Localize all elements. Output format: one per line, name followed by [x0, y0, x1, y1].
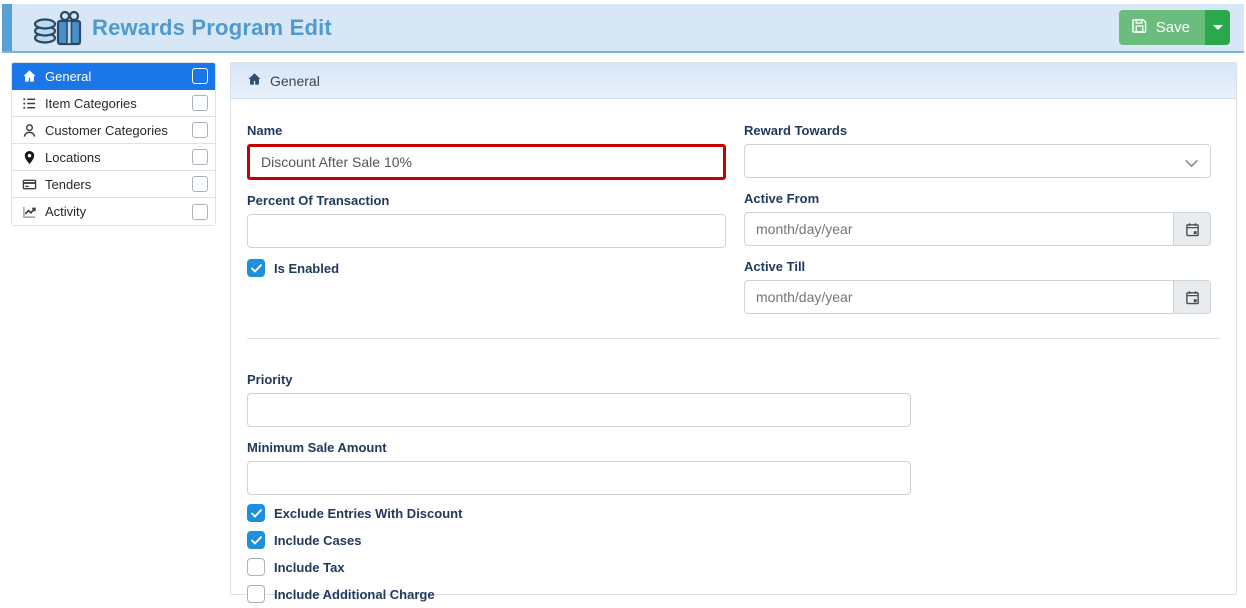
active-till-group — [744, 280, 1211, 314]
accent-bar — [2, 4, 12, 51]
percent-of-transaction-label: Percent Of Transaction — [247, 193, 726, 208]
person-icon — [21, 122, 37, 138]
form-grid: Name Percent Of Transaction Is Enabled R… — [247, 123, 1220, 314]
sidebar-item-customer-categories[interactable]: Customer Categories — [12, 117, 215, 144]
sidebar-item-label: Item Categories — [45, 96, 137, 111]
credit-card-icon — [21, 176, 37, 192]
calendar-icon — [1185, 290, 1200, 305]
page-title: Rewards Program Edit — [92, 15, 332, 41]
option-label: Include Tax — [274, 560, 345, 575]
option-label: Include Additional Charge — [274, 587, 435, 602]
chart-icon — [21, 204, 37, 220]
sidebar-item-checkbox[interactable] — [192, 95, 208, 111]
save-button[interactable]: Save — [1119, 10, 1205, 45]
general-panel: General Name Percent Of Transaction Is E… — [230, 62, 1237, 595]
active-till-input[interactable] — [744, 280, 1174, 314]
sidebar-item-locations[interactable]: Locations — [12, 144, 215, 171]
priority-group: Priority Minimum Sale Amount — [247, 372, 911, 495]
form-column-right: Reward Towards Active From — [744, 123, 1211, 314]
options-list: Exclude Entries With Discount Include Ca… — [247, 504, 1220, 603]
is-enabled-checkbox[interactable] — [247, 259, 265, 277]
map-pin-icon — [21, 149, 37, 165]
option-label: Exclude Entries With Discount — [274, 506, 462, 521]
panel-body: Name Percent Of Transaction Is Enabled R… — [231, 99, 1236, 603]
name-input[interactable] — [247, 144, 726, 180]
sidebar-item-checkbox[interactable] — [192, 204, 208, 220]
minimum-sale-amount-label: Minimum Sale Amount — [247, 440, 911, 455]
include-cases-checkbox[interactable] — [247, 531, 265, 549]
exclude-entries-with-discount-checkbox[interactable] — [247, 504, 265, 522]
include-tax-row[interactable]: Include Tax — [247, 558, 1220, 576]
section-divider — [247, 338, 1220, 339]
is-enabled-row[interactable]: Is Enabled — [247, 259, 726, 277]
reward-towards-select[interactable] — [744, 144, 1211, 178]
sidebar-item-label: Tenders — [45, 177, 91, 192]
reward-towards-label: Reward Towards — [744, 123, 1211, 138]
is-enabled-label: Is Enabled — [274, 261, 339, 276]
priority-label: Priority — [247, 372, 911, 387]
panel-header: General — [231, 63, 1236, 99]
priority-input[interactable] — [247, 393, 911, 427]
sidebar-item-checkbox[interactable] — [192, 68, 208, 84]
active-from-calendar-button[interactable] — [1173, 212, 1211, 246]
sidebar-item-activity[interactable]: Activity — [12, 198, 215, 225]
sidebar: General Item Categories Customer Categor… — [11, 62, 216, 226]
list-icon — [21, 95, 37, 111]
home-icon — [21, 68, 37, 84]
active-from-input[interactable] — [744, 212, 1174, 246]
form-column-left: Name Percent Of Transaction Is Enabled — [247, 123, 726, 314]
app-header: Rewards Program Edit Save — [2, 4, 1244, 53]
option-label: Include Cases — [274, 533, 361, 548]
chevron-down-icon — [1184, 155, 1199, 171]
calendar-icon — [1185, 222, 1200, 237]
sidebar-item-checkbox[interactable] — [192, 176, 208, 192]
active-till-label: Active Till — [744, 259, 1211, 274]
floppy-disk-icon — [1132, 18, 1147, 37]
sidebar-item-tenders[interactable]: Tenders — [12, 171, 215, 198]
content-area: General Item Categories Customer Categor… — [11, 62, 1237, 595]
sidebar-item-label: Locations — [45, 150, 101, 165]
percent-of-transaction-input[interactable] — [247, 214, 726, 248]
sidebar-item-label: General — [45, 69, 91, 84]
save-split-button: Save — [1119, 10, 1230, 45]
active-from-group — [744, 212, 1211, 246]
include-tax-checkbox[interactable] — [247, 558, 265, 576]
include-cases-row[interactable]: Include Cases — [247, 531, 1220, 549]
caret-down-icon — [1213, 25, 1223, 30]
include-additional-charge-row[interactable]: Include Additional Charge — [247, 585, 1220, 603]
sidebar-item-label: Activity — [45, 204, 86, 219]
sidebar-item-checkbox[interactable] — [192, 149, 208, 165]
exclude-entries-with-discount-row[interactable]: Exclude Entries With Discount — [247, 504, 1220, 522]
sidebar-item-checkbox[interactable] — [192, 122, 208, 138]
save-dropdown-button[interactable] — [1205, 10, 1230, 45]
name-label: Name — [247, 123, 726, 138]
save-button-label: Save — [1156, 19, 1190, 36]
include-additional-charge-checkbox[interactable] — [247, 585, 265, 603]
sidebar-item-general[interactable]: General — [12, 63, 215, 90]
panel-header-title: General — [270, 73, 320, 89]
active-till-calendar-button[interactable] — [1173, 280, 1211, 314]
sidebar-item-item-categories[interactable]: Item Categories — [12, 90, 215, 117]
home-icon — [247, 72, 262, 90]
minimum-sale-amount-input[interactable] — [247, 461, 911, 495]
active-from-label: Active From — [744, 191, 1211, 206]
sidebar-item-label: Customer Categories — [45, 123, 168, 138]
rewards-gift-coins-icon — [32, 9, 84, 47]
